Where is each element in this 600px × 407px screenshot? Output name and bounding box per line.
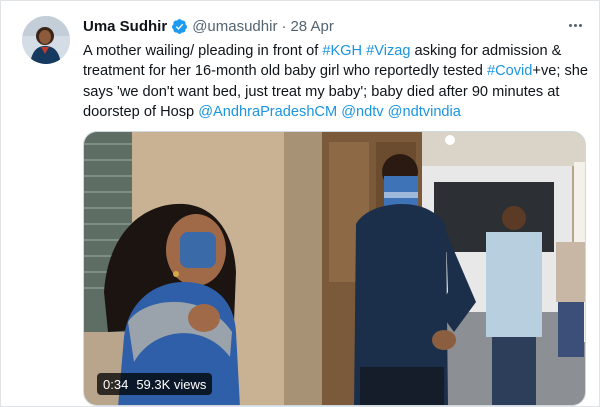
author-name[interactable]: Uma Sudhir [83,18,167,35]
verified-badge-icon [171,18,188,35]
text-segment: A mother wailing/ pleading in front of [83,43,323,59]
tweet-header: Uma Sudhir @umasudhir · 28 Apr [83,16,334,36]
tweet-date[interactable]: 28 Apr [290,18,333,35]
mention-link[interactable]: @AndhraPradeshCM [198,104,337,120]
video-player[interactable] [83,131,586,406]
tweet-text: A mother wailing/ pleading in front of #… [83,41,595,123]
hashtag-link[interactable]: #KGH [322,43,362,59]
avatar[interactable] [22,16,70,64]
video-frame [84,132,585,405]
more-options-icon[interactable] [563,15,587,35]
video-stats-overlay: 0:34 59.3K views [97,373,213,395]
video-views: 59.3K views [136,376,207,392]
mention-link[interactable]: @ndtv [341,104,383,120]
mention-link[interactable]: @ndtvindia [388,104,461,120]
separator-dot: · [281,17,287,35]
hashtag-link[interactable]: #Vizag [366,43,410,59]
video-duration: 0:34 [103,376,129,392]
tweet-card[interactable]: Uma Sudhir @umasudhir · 28 Apr A mother … [0,0,600,407]
hashtag-link[interactable]: #Covid [487,63,532,79]
author-handle[interactable]: @umasudhir [192,18,277,35]
